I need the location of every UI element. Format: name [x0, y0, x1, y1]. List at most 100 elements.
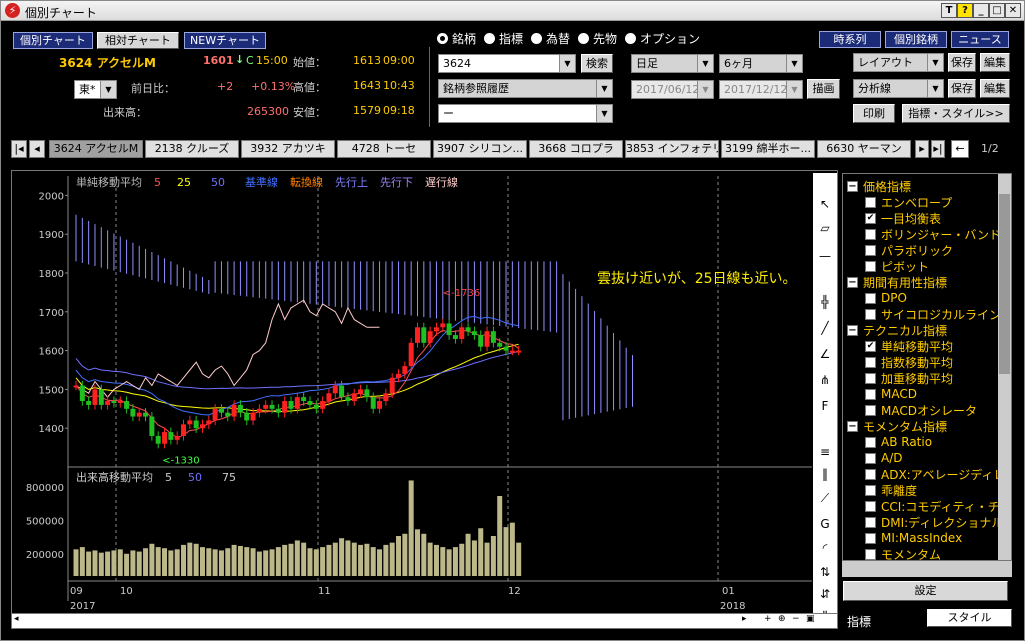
radio-kawase[interactable]: 為替	[531, 30, 570, 47]
maximize-button[interactable]: □	[989, 3, 1005, 18]
indicator-item[interactable]: パラボリック	[865, 242, 953, 258]
tab-stock[interactable]: 2138 クルーズ	[145, 140, 239, 158]
indicator-item[interactable]: A/D	[865, 450, 903, 466]
indicator-item[interactable]: エンベロープ	[865, 194, 952, 210]
checkbox[interactable]	[865, 484, 876, 496]
collapse-icon[interactable]: −	[847, 324, 858, 336]
checkbox[interactable]	[865, 388, 876, 400]
trendline-icon[interactable]: ╱	[813, 317, 837, 339]
tab-stock[interactable]: 3624 アクセルM	[49, 140, 143, 158]
draw-button[interactable]: 描画	[807, 79, 840, 99]
radio-shihyo[interactable]: 指標	[484, 30, 523, 47]
indicator-group[interactable]: − モメンタム指標	[847, 418, 947, 434]
checkbox[interactable]	[865, 516, 876, 528]
fib-icon[interactable]: F	[813, 395, 837, 417]
tab-next-icon[interactable]: ▸	[915, 140, 929, 158]
radio-option[interactable]: オプション	[625, 30, 700, 47]
indicator-item[interactable]: 加重移動平均	[865, 370, 953, 386]
layout-select[interactable]: レイアウト ▼	[853, 53, 944, 72]
pointer-icon[interactable]: ↖	[813, 193, 837, 215]
to-date[interactable]: 2017/12/12 ▼	[719, 80, 803, 99]
zoom-reset-icon[interactable]: ▣	[806, 614, 815, 624]
grid-icon[interactable]: ╬	[813, 291, 837, 313]
fan-icon[interactable]: ⋔	[813, 369, 837, 391]
layout-edit-button[interactable]: 編集	[980, 53, 1010, 72]
indicator-group[interactable]: − テクニカル指標	[847, 322, 947, 338]
arc-icon[interactable]: ◜	[813, 537, 837, 559]
analysis-edit-button[interactable]: 編集	[980, 79, 1010, 98]
checkbox[interactable]	[865, 404, 876, 416]
soutai-chart-button[interactable]: 相対チャート	[97, 32, 179, 49]
checkbox[interactable]	[865, 452, 876, 464]
checkbox[interactable]	[865, 260, 876, 272]
indicator-item[interactable]: CCI:コモディティ・チャ	[865, 498, 1011, 514]
checkbox[interactable]	[865, 548, 876, 560]
tab-last-icon[interactable]: ▸|	[931, 140, 945, 158]
indicator-item[interactable]: MI:MassIndex	[865, 530, 962, 546]
indicator-style-button[interactable]: 指標・スタイル>>	[902, 104, 1010, 123]
channel-icon[interactable]: ≡	[813, 441, 837, 463]
indicator-item[interactable]: 乖離度	[865, 482, 917, 498]
angle-icon[interactable]: ∠	[813, 343, 837, 365]
zoom-plus-icon[interactable]: ⊕	[778, 614, 786, 624]
checkbox[interactable]	[865, 356, 876, 368]
tool-t-button[interactable]: T	[941, 3, 957, 18]
eraser-icon[interactable]: ▱	[813, 217, 837, 239]
tab-style[interactable]: スタイル	[927, 609, 1012, 627]
tab-stock[interactable]: 3907 シリコン...	[433, 140, 527, 158]
fib-time-icon[interactable]: ‖	[813, 463, 837, 485]
kobetsu-chart-button[interactable]: 個別チャート	[13, 32, 93, 49]
ratio-icon[interactable]: ⇵	[813, 583, 837, 605]
indicator-item[interactable]: ボリンジャー・バンド	[865, 226, 1001, 242]
analysis-save-button[interactable]: 保存	[948, 79, 976, 98]
checkbox[interactable]: ✔	[865, 212, 876, 224]
tab-stock[interactable]: 6630 ヤーマン	[817, 140, 911, 158]
from-date[interactable]: 2017/06/12 ▼	[631, 80, 714, 99]
segment-icon[interactable]: ⟋	[813, 487, 837, 509]
checkbox[interactable]	[865, 532, 876, 544]
kobetsu-meigara-button[interactable]: 個別銘柄	[885, 31, 947, 48]
tab-stock[interactable]: 4728 トーセ	[337, 140, 431, 158]
collapse-icon[interactable]: −	[847, 420, 858, 432]
tree-scrollbar[interactable]	[998, 174, 1011, 560]
indicator-item[interactable]: DMI:ディレクショナル	[865, 514, 1003, 530]
checkbox[interactable]	[865, 244, 876, 256]
scroll-thumb[interactable]	[999, 194, 1010, 374]
tab-back-icon[interactable]: ←	[951, 140, 969, 158]
tab-stock[interactable]: 3199 綿半ホー...	[721, 140, 815, 158]
blank-select[interactable]: ー ▼	[438, 104, 613, 123]
indicator-item[interactable]: モメンタム	[865, 546, 941, 560]
collapse-icon[interactable]: −	[847, 276, 858, 288]
checkbox[interactable]	[865, 308, 876, 320]
tab-prev-icon[interactable]: ◂	[29, 140, 45, 158]
cycle-icon[interactable]: ⇅	[813, 561, 837, 583]
indicator-item[interactable]: DPO	[865, 290, 907, 306]
zoom-out-icon[interactable]: −	[792, 614, 800, 624]
history-select[interactable]: 銘柄参照履歴 ▼	[438, 79, 613, 98]
close-button[interactable]: ✕	[1005, 3, 1021, 18]
tab-first-icon[interactable]: |◂	[11, 140, 27, 158]
indicator-item[interactable]: ✔ 一目均衡表	[865, 210, 941, 226]
tab-indicator[interactable]: 指標	[847, 613, 871, 630]
checkbox[interactable]	[865, 436, 876, 448]
zoom-in-icon[interactable]: +	[764, 614, 772, 624]
tree-hscroll[interactable]	[842, 561, 1012, 577]
hline-icon[interactable]: —	[813, 245, 837, 267]
checkbox[interactable]	[865, 468, 876, 480]
indicator-item[interactable]: MACDオシレータ	[865, 402, 977, 418]
tab-stock[interactable]: 3932 アカツキ	[241, 140, 335, 158]
checkbox[interactable]	[865, 372, 876, 384]
code-input[interactable]: 3624 ▼	[438, 54, 576, 73]
jikeiretsu-button[interactable]: 時系列	[819, 31, 881, 48]
layout-save-button[interactable]: 保存	[948, 53, 976, 72]
search-button[interactable]: 検索	[581, 54, 613, 73]
checkbox[interactable]	[865, 500, 876, 512]
indicator-item[interactable]: サイコロジカルライン	[865, 306, 1001, 322]
checkbox[interactable]	[865, 292, 876, 304]
indicator-item[interactable]: AB Ratio	[865, 434, 932, 450]
help-button[interactable]: ?	[957, 3, 973, 18]
period-type-select[interactable]: 日足 ▼	[631, 54, 714, 73]
radio-meigara[interactable]: 銘柄	[437, 30, 476, 47]
radio-sakimono[interactable]: 先物	[578, 30, 617, 47]
new-chart-button[interactable]: NEWチャート	[184, 32, 266, 49]
